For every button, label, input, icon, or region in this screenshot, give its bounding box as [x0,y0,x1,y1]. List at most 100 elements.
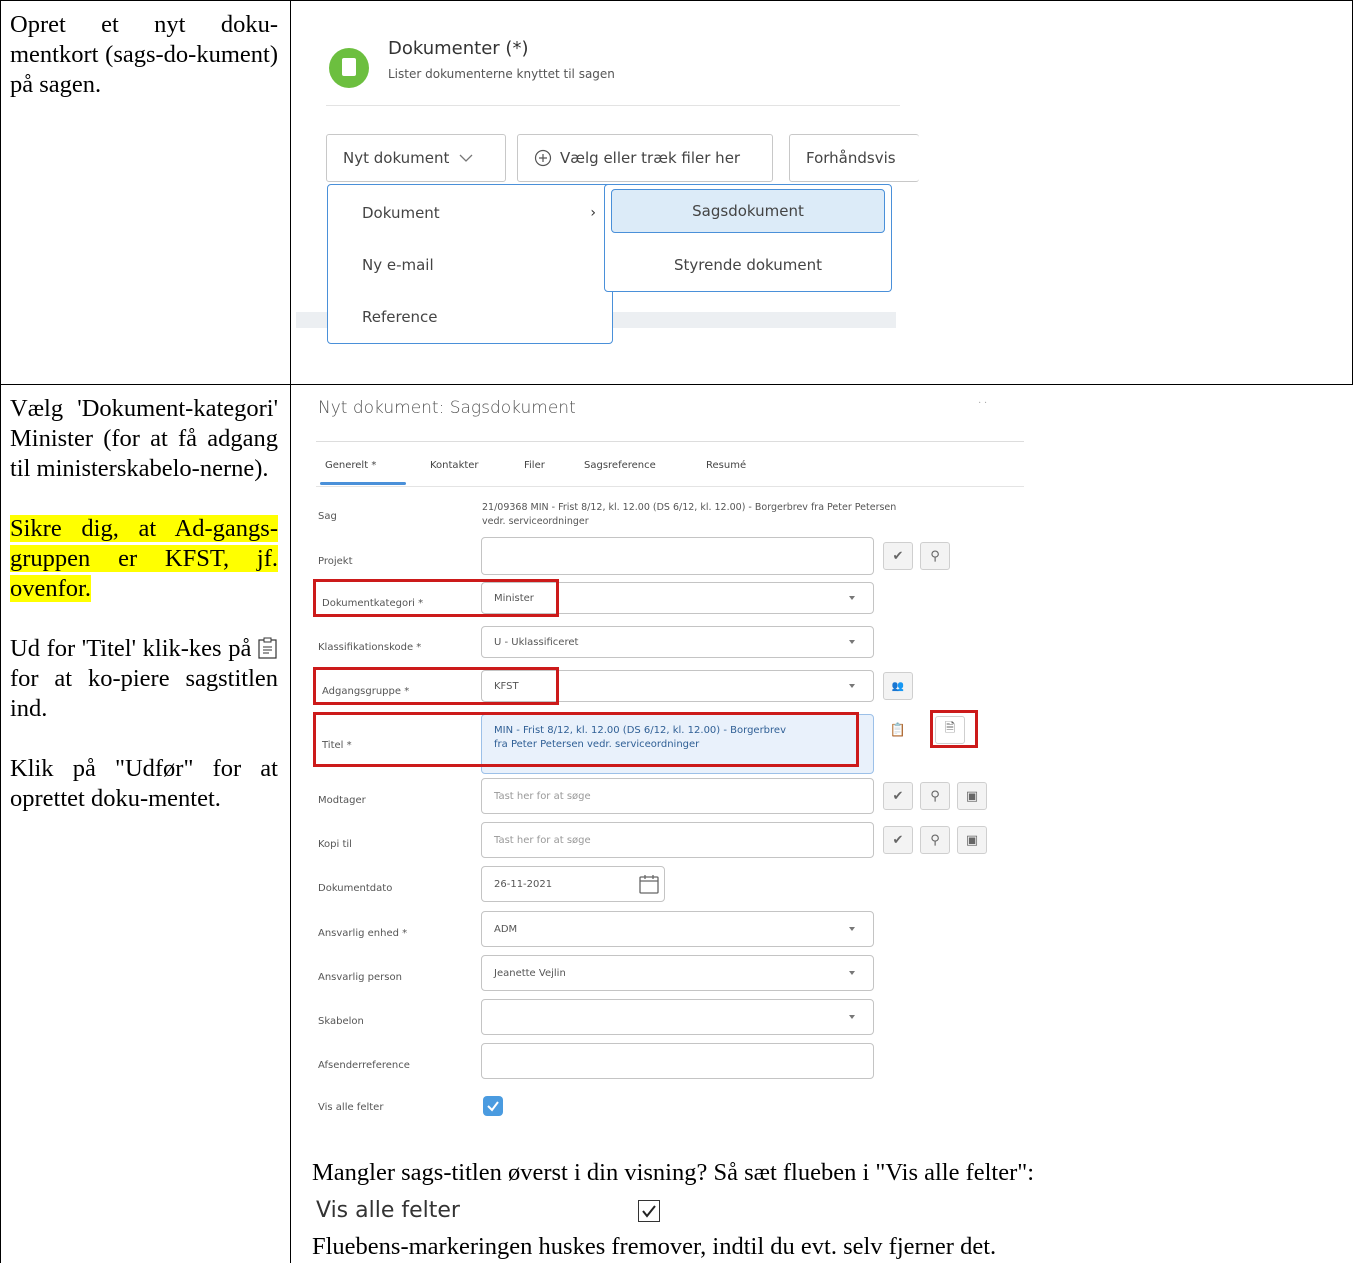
copy-button-highlight [930,710,978,748]
titel-highlight [313,712,859,767]
menu-item-dokument-label: Dokument [362,204,440,222]
choose-files-label: Vælg eller træk filer her [560,149,741,167]
copy-title-icon [258,637,278,659]
ansvarlig-enhed-value: ADM [494,923,518,935]
dokumentdato-value: 26-11-2021 [494,878,553,890]
menu-item-dokument[interactable]: Dokument › [328,193,612,233]
kopi-label: Kopi til [318,839,352,850]
address-book-icon: ▣ [965,832,979,848]
row1-instruction: Opret et nyt doku-mentkort (sags-do-kume… [10,10,278,100]
sag-label: Sag [318,511,337,522]
ansvarlig-person-value: Jeanette Vejlin [494,967,566,979]
kopi-placeholder: Tast her for at søge [494,834,591,846]
tab-kontakter[interactable]: Kontakter [430,460,479,471]
caret-down-icon [849,684,855,688]
titel-paste-button[interactable]: 📋 [883,716,913,744]
projekt-search-button[interactable]: ⚲ [920,542,950,570]
modtager-label: Modtager [318,795,366,806]
tab-active-indicator [320,482,406,485]
modtager-placeholder: Tast her for at søge [494,790,591,802]
projekt-confirm-button[interactable]: ✔ [883,542,913,570]
tab-generelt[interactable]: Generelt * [325,460,376,471]
para-adgangsgruppe: Sikre dig, at Ad-gangs-gruppen er KFST, … [10,514,278,604]
preview-button[interactable]: Forhåndsvis [789,134,919,182]
kopi-search-button[interactable]: ⚲ [920,826,950,854]
visalle-checkbox[interactable] [483,1096,503,1116]
para-titel: Ud for 'Titel' klik-kes på for at ko-pie… [10,634,278,724]
sag-value-line2: vedr. serviceordninger [482,516,589,527]
submenu-item-sagsdokument[interactable]: Sagsdokument [611,189,885,233]
para-dokumentkategori: Vælg 'Dokument-kategori' Minister (for a… [10,395,278,482]
caret-down-icon [849,1015,855,1019]
menu-item-ny-email[interactable]: Ny e-mail [328,245,612,285]
projekt-input[interactable] [481,537,874,575]
afsender-label: Afsenderreference [318,1060,410,1071]
header-title: Dokumenter (*) [388,38,529,59]
column-divider [290,0,291,1263]
dialog-title: Nyt dokument: Sagsdokument [318,398,576,418]
kopi-addressbook-button[interactable]: ▣ [957,826,987,854]
kopi-confirm-button[interactable]: ✔ [883,826,913,854]
caret-down-icon [849,971,855,975]
visalle-label: Vis alle felter [318,1102,384,1113]
search-icon: ⚲ [930,832,940,848]
row-divider [0,384,1353,385]
caret-down-icon [849,596,855,600]
para-titel-b: for at ko-piere sagstitlen ind. [10,665,278,722]
dialog-title-separator [316,441,1024,442]
checkmark-icon: ✔ [892,832,904,848]
chevron-down-icon [459,154,473,162]
new-document-label: Nyt dokument [343,149,450,167]
menu-item-ny-email-label: Ny e-mail [362,256,434,274]
plus-circle-icon [534,149,552,167]
submenu-item-styrende[interactable]: Styrende dokument [611,243,885,287]
menu-item-reference[interactable]: Reference [328,297,612,337]
sag-value-line1: 21/09368 MIN - Frist 8/12, kl. 12.00 (DS… [482,502,897,513]
users-icon: 👥 [891,680,905,692]
calendar-icon[interactable] [638,873,660,895]
new-document-menu: Dokument › Ny e-mail Reference [327,184,613,344]
choose-files-button[interactable]: Vælg eller træk filer her [517,134,773,182]
modtager-confirm-button[interactable]: ✔ [883,782,913,810]
skabelon-select[interactable] [481,999,874,1035]
tab-filer[interactable]: Filer [524,460,545,471]
dokumentkategori-highlight [313,579,559,617]
tabs-separator [316,486,1024,487]
document-submenu: Sagsdokument Styrende dokument [604,184,892,292]
checkmark-icon: ✔ [892,788,904,804]
klassifikation-select[interactable]: U - Uklassificeret [481,626,874,658]
footer-vis-alle-checkbox[interactable] [638,1200,660,1222]
tab-sagsreference[interactable]: Sagsreference [584,460,656,471]
klassifikation-value: U - Uklassificeret [494,636,579,648]
skabelon-label: Skabelon [318,1016,364,1027]
ansvarlig-enhed-label: Ansvarlig enhed * [318,928,408,939]
adgangsgruppe-highlight [313,667,559,705]
dialog-dots: · · [978,398,988,409]
modtager-input[interactable]: Tast her for at søge [481,778,874,814]
para-titel-a: Ud for 'Titel' klik-kes på [10,635,252,662]
ansvarlig-person-label: Ansvarlig person [318,972,402,983]
table-left-border [0,0,1,1263]
afsender-input[interactable] [481,1043,874,1079]
modtager-addressbook-button[interactable]: ▣ [957,782,987,810]
document-icon [329,48,369,88]
projekt-label: Projekt [318,556,353,567]
kopi-input[interactable]: Tast her for at søge [481,822,874,858]
checkmark-icon [642,1205,656,1218]
adgangsgruppe-users-button[interactable]: 👥 [883,672,913,700]
submenu-item-styrende-label: Styrende dokument [673,256,823,274]
submenu-item-sagsdokument-label: Sagsdokument [692,202,804,220]
chevron-right-icon: › [590,205,596,221]
ansvarlig-enhed-select[interactable]: ADM [481,911,874,947]
clipboard-icon: 📋 [889,722,907,738]
caret-down-icon [849,927,855,931]
new-document-button[interactable]: Nyt dokument [326,134,506,182]
tab-resume[interactable]: Resumé [706,460,746,471]
header-separator [326,105,900,106]
address-book-icon: ▣ [965,788,979,804]
header-subtitle: Lister dokumenterne knyttet til sagen [388,67,615,81]
dokumentdato-label: Dokumentdato [318,883,393,894]
ansvarlig-person-select[interactable]: Jeanette Vejlin [481,955,874,991]
search-icon: ⚲ [930,788,940,804]
modtager-search-button[interactable]: ⚲ [920,782,950,810]
